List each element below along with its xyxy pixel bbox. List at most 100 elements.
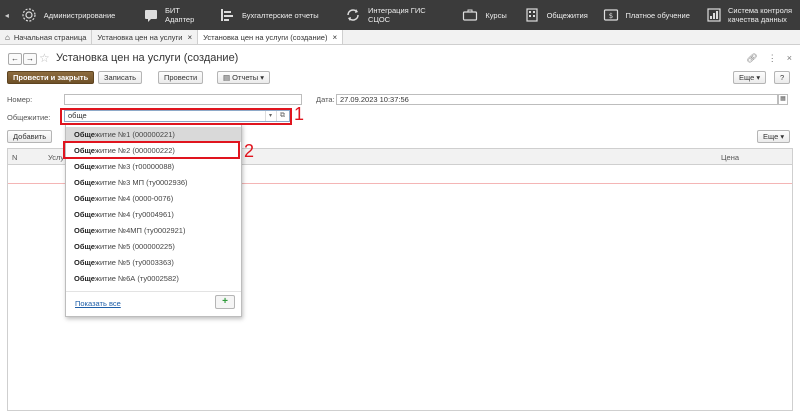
- gear-icon: [20, 6, 38, 24]
- table-more-button[interactable]: Еще ▾: [757, 130, 791, 143]
- section-courses[interactable]: Курсы: [455, 0, 516, 30]
- close-icon[interactable]: ×: [787, 53, 792, 64]
- match-text: Обще: [74, 162, 95, 171]
- item-rest: житие №4 (ту0004961): [94, 210, 174, 219]
- star-icon[interactable]: ☆: [39, 51, 50, 65]
- chevron-down-icon: ▾: [258, 73, 264, 82]
- list-item[interactable]: Общежитие №6А (ту0002582): [66, 271, 241, 286]
- sections-collapse-icon[interactable]: ◂: [0, 11, 14, 20]
- chat-icon: [143, 6, 159, 24]
- match-text: Обще: [74, 226, 95, 235]
- section-label: Система контроля качества данных: [728, 6, 793, 24]
- chart-icon: [706, 6, 722, 24]
- section-accounting-reports[interactable]: Бухгалтерские отчеты: [212, 0, 338, 30]
- list-item[interactable]: Общежитие №5 (000000225): [66, 239, 241, 254]
- header-actions: 🔗︎ ⋮ ×: [746, 53, 792, 64]
- tab-price-setup-create[interactable]: Установка цен на услуги (создание) ×: [198, 30, 344, 44]
- tab-home[interactable]: ⌂ Начальная страница: [0, 30, 93, 44]
- section-paid-education[interactable]: $ Платное обучение: [596, 0, 701, 30]
- item-rest: житие №3 (т00000088): [94, 162, 175, 171]
- tab-label: Установка цен на услуги (создание): [203, 32, 328, 42]
- report-icon: [218, 6, 236, 24]
- list-item[interactable]: Общежитие №4МП (ту0002921): [66, 223, 241, 238]
- close-icon[interactable]: ×: [332, 33, 337, 42]
- section-label: Администрирование: [43, 10, 116, 20]
- item-rest: житие №6А (ту0002582): [94, 274, 179, 283]
- more-label: Еще: [763, 132, 779, 141]
- add-item-button[interactable]: +: [215, 295, 235, 309]
- link-icon[interactable]: 🔗︎: [746, 53, 757, 64]
- highlight-box-1: [60, 108, 292, 125]
- reports-label: Отчеты: [232, 73, 259, 82]
- reports-button[interactable]: ▤ Отчеты ▾: [217, 71, 270, 84]
- item-rest: житие №5 (000000225): [94, 242, 175, 251]
- item-rest: житие №3 МП (ту0002936): [94, 178, 188, 187]
- section-bit-adapter[interactable]: БИТ Адаптер: [137, 0, 212, 30]
- forward-button[interactable]: →: [23, 53, 37, 65]
- number-label: Номер:: [7, 95, 33, 104]
- section-label: Платное обучение: [625, 10, 690, 20]
- section-administration[interactable]: Администрирование: [14, 0, 137, 30]
- number-field[interactable]: [64, 94, 302, 105]
- annotation-marker-2: 2: [244, 141, 255, 161]
- section-label: Курсы: [485, 10, 507, 20]
- more-button[interactable]: Еще ▾: [733, 71, 767, 84]
- section-label: Интеграция ГИС СЦОС: [368, 6, 426, 24]
- column-n: N: [12, 153, 18, 162]
- date-label: Дата:: [316, 95, 335, 104]
- annotation-marker-1: 1: [294, 104, 305, 124]
- match-text: Обще: [74, 178, 95, 187]
- section-label: Общежития: [546, 10, 588, 20]
- money-icon: $: [602, 6, 620, 24]
- item-rest: житие №1 (000000221): [94, 130, 175, 139]
- date-field[interactable]: 27.09.2023 10:37:56: [336, 94, 778, 105]
- show-all-link[interactable]: Показать все: [75, 299, 121, 308]
- column-service: Услу: [48, 153, 65, 162]
- home-icon: ⌂: [5, 32, 10, 42]
- chevron-down-icon: ▾: [754, 73, 761, 82]
- report-icon: ▤: [223, 73, 233, 82]
- top-section-bar: ◂ Администрирование БИТ Адаптер Бухгалте…: [0, 0, 800, 30]
- more-vertical-icon[interactable]: ⋮: [768, 53, 777, 64]
- item-rest: житие №5 (ту0003363): [94, 258, 174, 267]
- tab-price-setup[interactable]: Установка цен на услуги ×: [92, 30, 199, 44]
- list-item[interactable]: Общежитие №4 (ту0004961): [66, 207, 241, 222]
- list-item[interactable]: Общежитие №4 (0000-0076): [66, 191, 241, 206]
- chevron-down-icon: ▾: [778, 132, 785, 141]
- tab-label: Установка цен на услуги: [97, 32, 183, 42]
- section-label: БИТ Адаптер: [164, 6, 195, 24]
- calendar-icon[interactable]: ▦: [778, 94, 788, 105]
- briefcase-icon: [461, 6, 479, 24]
- match-text: Обще: [74, 242, 95, 251]
- section-label: Бухгалтерские отчеты: [241, 10, 319, 20]
- open-tabs-bar: ⌂ Начальная страница Установка цен на ус…: [0, 30, 800, 45]
- divider: [66, 291, 241, 292]
- building-icon: [523, 6, 541, 24]
- section-data-quality[interactable]: Система контроля качества данных: [700, 0, 800, 30]
- list-item[interactable]: Общежитие №5 (ту0003363): [66, 255, 241, 270]
- list-item[interactable]: Общежитие №3 (т00000088): [66, 159, 241, 174]
- list-item[interactable]: Общежитие №1 (000000221): [66, 127, 241, 142]
- save-button[interactable]: Записать: [98, 71, 143, 84]
- sync-icon: [344, 6, 362, 24]
- close-icon[interactable]: ×: [187, 33, 192, 42]
- match-text: Обще: [74, 130, 95, 139]
- item-rest: житие №4 (0000-0076): [94, 194, 174, 203]
- add-row-button[interactable]: Добавить: [7, 130, 53, 143]
- match-text: Обще: [74, 274, 95, 283]
- match-text: Обще: [74, 258, 95, 267]
- section-dormitories[interactable]: Общежития: [517, 0, 596, 30]
- svg-text:$: $: [608, 12, 612, 20]
- back-button[interactable]: ←: [8, 53, 22, 65]
- help-button[interactable]: ?: [774, 71, 791, 84]
- more-label: Еще: [739, 73, 755, 82]
- match-text: Обще: [74, 210, 95, 219]
- tab-label: Начальная страница: [13, 32, 87, 42]
- highlight-box-2: [63, 141, 240, 159]
- section-gis-integration[interactable]: Интеграция ГИС СЦОС: [338, 0, 455, 30]
- column-price: Цена: [721, 153, 740, 162]
- post-and-close-button[interactable]: Провести и закрыть: [7, 71, 95, 84]
- match-text: Обще: [74, 194, 95, 203]
- list-item[interactable]: Общежитие №3 МП (ту0002936): [66, 175, 241, 190]
- post-button[interactable]: Провести: [158, 71, 204, 84]
